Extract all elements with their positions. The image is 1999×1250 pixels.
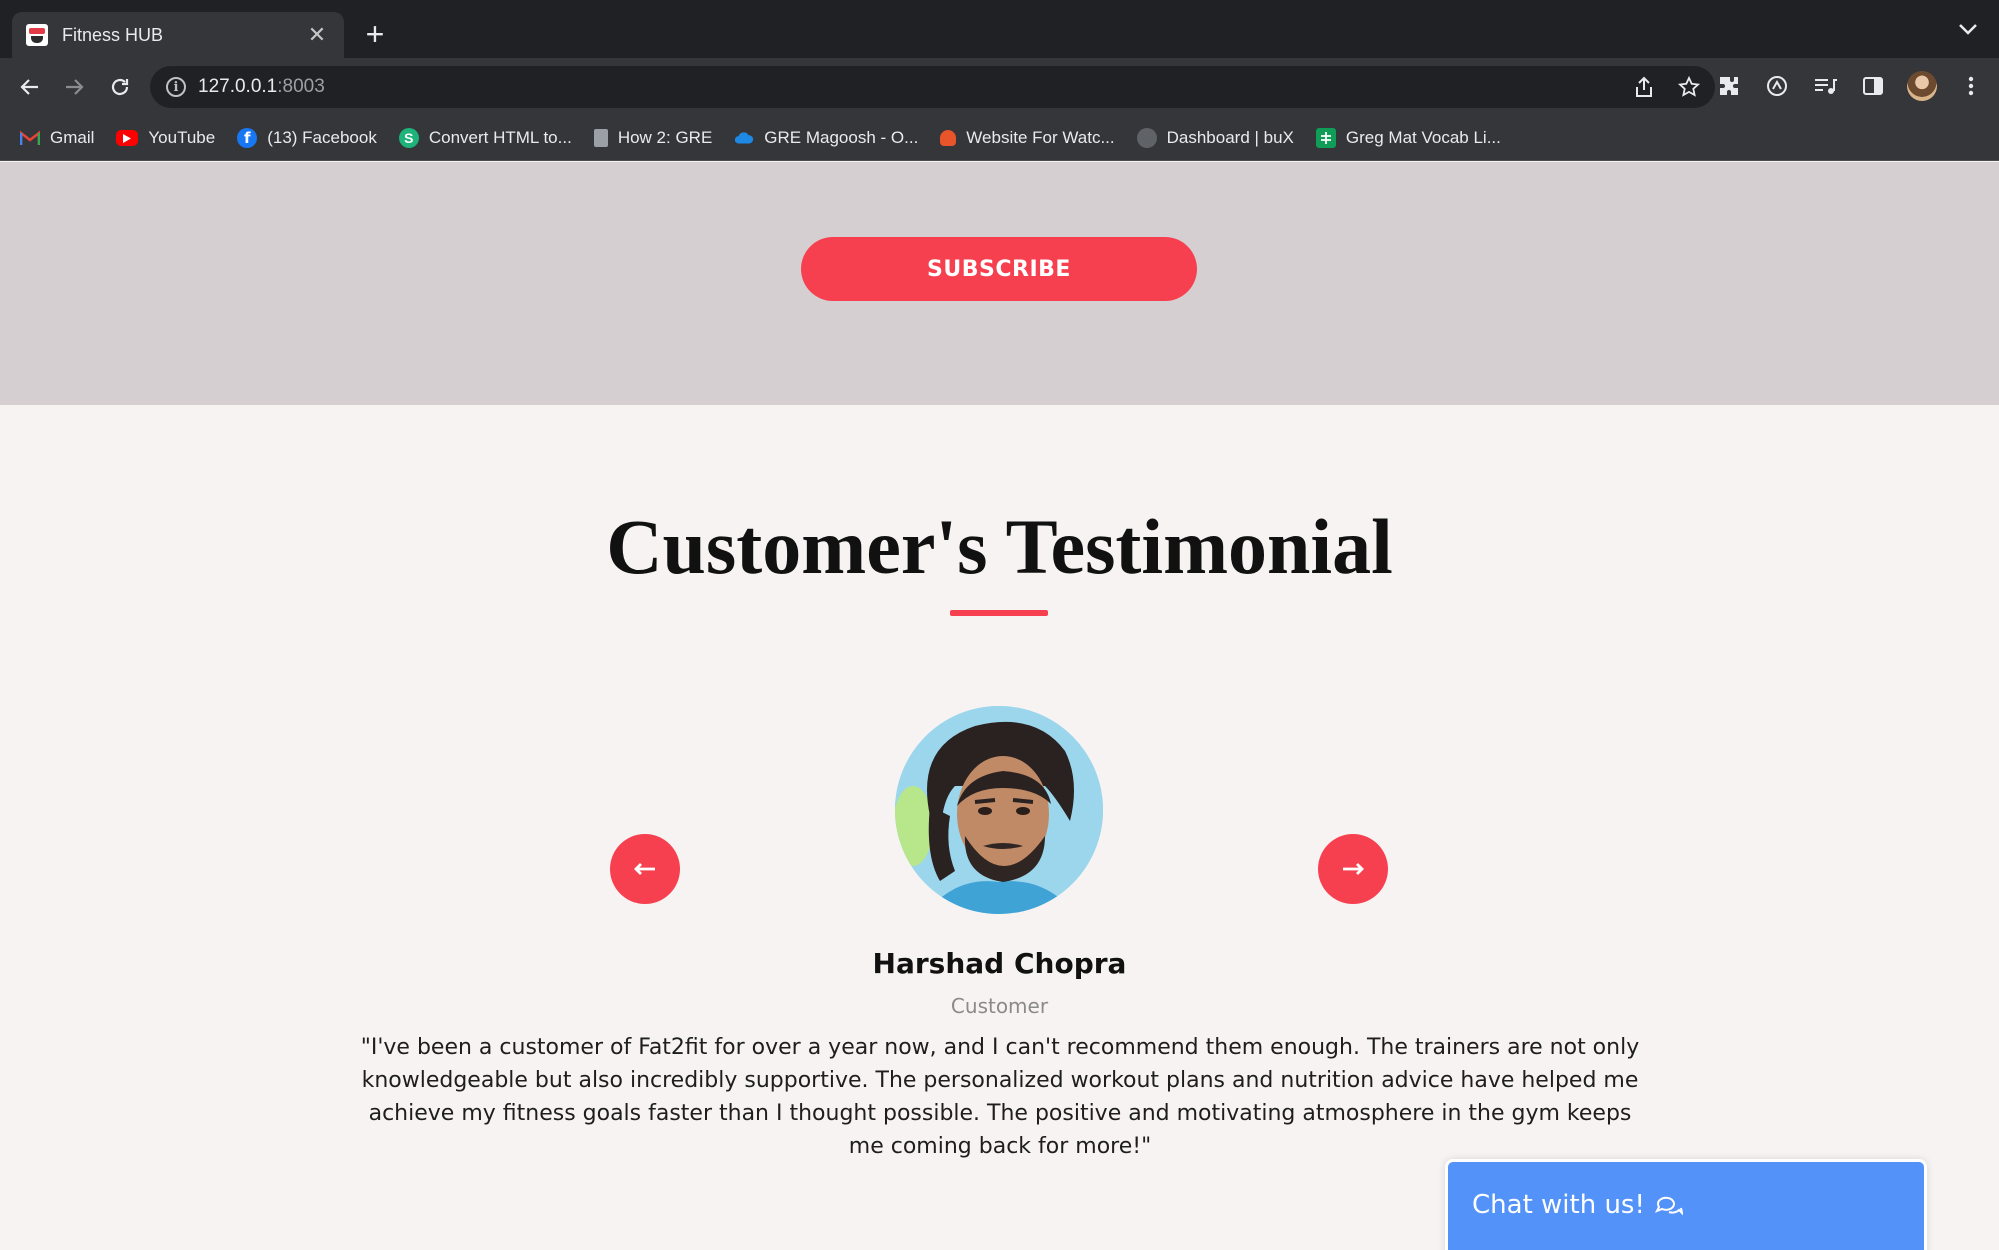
title-underline [950, 610, 1048, 616]
bookmark-website-for-watch[interactable]: Website For Watc... [940, 128, 1115, 148]
testimonial-section: Customer's Testimonial Harshad Chopra Cu… [0, 405, 1999, 1250]
extensions-puzzle-icon[interactable] [1715, 72, 1743, 100]
bookmark-dashboard-bux[interactable]: Dashboard | buX [1136, 128, 1294, 148]
cloud-icon [734, 128, 754, 148]
subscribe-button[interactable]: SUBSCRIBE [801, 237, 1197, 301]
reload-icon [111, 78, 129, 96]
close-tab-icon[interactable]: ✕ [304, 22, 330, 48]
new-tab-button[interactable]: + [360, 16, 390, 52]
profile-avatar[interactable] [1907, 71, 1937, 101]
share-icon[interactable] [1633, 75, 1655, 99]
side-panel-icon[interactable] [1859, 72, 1887, 100]
customer-role: Customer [950, 994, 1049, 1018]
site-info-icon[interactable]: i [166, 77, 186, 97]
back-arrow-icon [20, 79, 38, 95]
tab-search-chevron-icon[interactable] [1957, 22, 1979, 36]
bookmark-gmail[interactable]: Gmail [20, 128, 94, 148]
bookmarks-bar: Gmail YouTube f (13) Facebook S Convert … [0, 116, 1999, 161]
subscribe-section: SUBSCRIBE [0, 162, 1999, 405]
chat-widget-button[interactable]: Chat with us! [1445, 1159, 1927, 1250]
customer-avatar [895, 706, 1103, 914]
next-testimonial-button[interactable] [1318, 834, 1388, 904]
back-button[interactable] [14, 71, 46, 103]
fitness-hub-favicon-icon [26, 24, 48, 46]
bookmark-star-icon[interactable] [1677, 75, 1701, 99]
arrow-right-icon [1343, 863, 1364, 875]
browser-tab-strip: Fitness HUB ✕ + [0, 0, 1999, 58]
customer-portrait-image [895, 706, 1103, 914]
bookmark-youtube[interactable]: YouTube [116, 128, 215, 148]
bookmark-how2-gre[interactable]: How 2: GRE [593, 128, 712, 148]
more-menu-icon[interactable] [1957, 72, 1985, 100]
browser-toolbar: i 127.0.0.1 :8003 [0, 58, 1999, 116]
youtube-icon [116, 130, 139, 146]
sheets-icon [1315, 128, 1336, 148]
section-title: Customer's Testimonial [606, 503, 1393, 590]
extension-spiral-icon[interactable] [1763, 72, 1791, 100]
bookmark-greg-mat-vocab[interactable]: Greg Mat Vocab Li... [1315, 128, 1501, 148]
customer-name: Harshad Chopra [872, 947, 1127, 980]
browser-tab[interactable]: Fitness HUB ✕ [12, 12, 344, 58]
dashboard-icon [1136, 128, 1157, 148]
bookmark-gre-magoosh[interactable]: GRE Magoosh - O... [734, 128, 918, 148]
website-icon [940, 130, 957, 146]
testimonial-quote: "I've been a customer of Fat2fit for ove… [360, 1035, 1640, 1159]
address-bar[interactable]: i 127.0.0.1 :8003 [150, 66, 1715, 108]
url-port: :8003 [277, 76, 325, 97]
chat-bubbles-icon [1654, 1196, 1683, 1216]
previous-testimonial-button[interactable] [610, 834, 680, 904]
bookmark-facebook[interactable]: f (13) Facebook [237, 128, 377, 148]
tab-title: Fitness HUB [62, 24, 164, 45]
chat-label: Chat with us! [1472, 1190, 1645, 1220]
facebook-icon: f [237, 128, 258, 148]
gmail-icon [20, 128, 40, 148]
arrow-left-icon [634, 863, 655, 875]
url-host: 127.0.0.1 [198, 76, 278, 97]
convert-icon: S [398, 128, 419, 148]
media-playlist-icon[interactable] [1811, 72, 1839, 100]
bookmark-convert-html[interactable]: S Convert HTML to... [398, 128, 572, 148]
forward-arrow-icon [66, 79, 84, 95]
reload-button[interactable] [104, 71, 136, 103]
forward-button[interactable] [58, 71, 90, 103]
document-icon [593, 129, 608, 147]
